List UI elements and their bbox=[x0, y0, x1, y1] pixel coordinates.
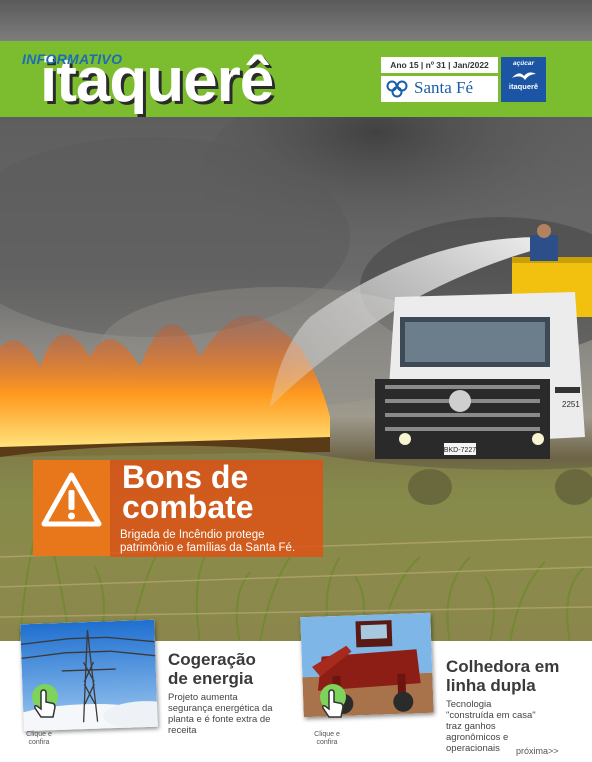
acucar-logo-bottom: itaquerê bbox=[508, 82, 539, 91]
article-1-click-hint[interactable]: Clique e confira bbox=[17, 731, 61, 747]
feature-title-line2: combate bbox=[122, 489, 254, 525]
hero-photo-fire-truck: BKD-7227 2251 bbox=[0, 117, 592, 642]
santa-fe-logo: Santa Fé bbox=[381, 76, 498, 102]
santa-fe-name: Santa Fé bbox=[414, 78, 474, 97]
top-smoke-strip bbox=[0, 0, 592, 41]
article-2-title[interactable]: Colhedora em linha dupla bbox=[446, 657, 576, 695]
article-1-description: Projeto aumenta segurança energética da … bbox=[168, 692, 273, 736]
hero-illustration: BKD-7227 2251 bbox=[0, 117, 592, 642]
santa-fe-symbol-icon bbox=[386, 80, 408, 98]
brand-subtitle: INFORMATIVO bbox=[22, 51, 123, 67]
bird-icon bbox=[512, 72, 536, 80]
feature-title: Bons de combate bbox=[122, 461, 254, 525]
truck-number: 2251 bbox=[562, 400, 580, 409]
tap-hand-icon[interactable] bbox=[27, 683, 61, 723]
tap-hand-icon-2[interactable] bbox=[315, 683, 349, 723]
warning-icon bbox=[41, 472, 102, 527]
magazine-cover: itaquerê INFORMATIVO Ano 15 | nº 31 | Ja… bbox=[0, 0, 592, 762]
feature-subtitle[interactable]: Brigada de Incêndio protege patrimônio e… bbox=[120, 529, 320, 555]
acucar-logo-top: açúcar bbox=[513, 60, 534, 67]
truck-plate: BKD-7227 bbox=[444, 447, 476, 454]
next-page-link[interactable]: próxima>> bbox=[516, 746, 559, 756]
acucar-itaquere-logo: açúcar itaquerê bbox=[501, 57, 546, 102]
article-2-click-hint[interactable]: Clique e confira bbox=[305, 731, 349, 747]
issue-label: Ano 15 | nº 31 | Jan/2022 bbox=[381, 57, 498, 73]
article-1-title[interactable]: Cogeração de energia bbox=[168, 650, 278, 688]
warning-box bbox=[33, 460, 110, 556]
